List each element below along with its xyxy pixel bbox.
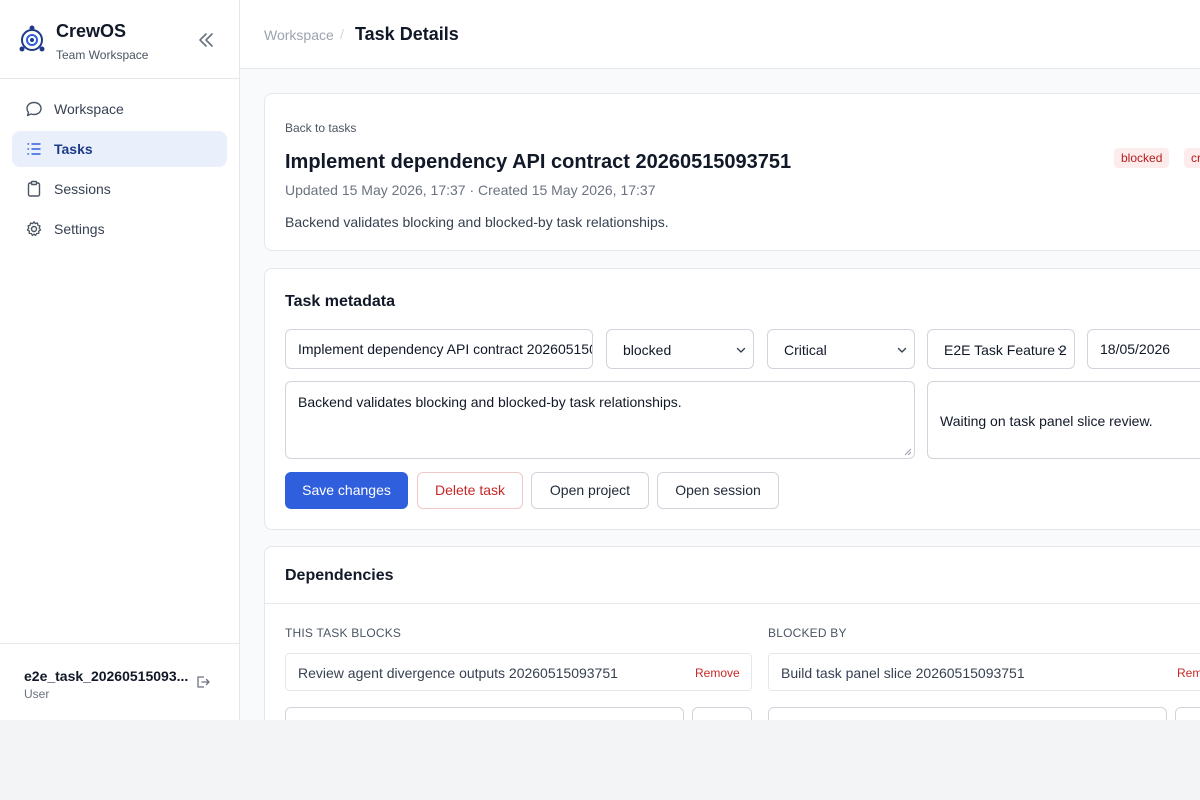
sidebar: CrewOS Team Workspace Workspace Tasks Se… (0, 0, 240, 720)
description-textarea-value: Backend validates blocking and blocked-b… (298, 394, 682, 410)
blocks-list-item: Review agent divergence outputs 20260515… (285, 653, 752, 691)
sidebar-item-tasks[interactable]: Tasks (12, 131, 227, 167)
chevron-down-icon (1057, 347, 1067, 353)
brand-name: CrewOS (56, 21, 127, 41)
priority-select[interactable]: Critical (767, 329, 915, 369)
due-date-input-value: 18/05/2026 (1100, 341, 1171, 357)
blocked-by-list-item: Build task panel slice 20260515093751 Re… (768, 653, 1200, 691)
back-to-tasks-link[interactable]: Back to tasks (285, 121, 356, 135)
logout-icon[interactable] (195, 674, 211, 690)
due-date-input[interactable]: 18/05/2026 (1087, 329, 1200, 369)
notes-textarea-value: Waiting on task panel slice review. (940, 413, 1153, 429)
brand-subtitle: Team Workspace (56, 48, 149, 62)
dependencies-card: Dependencies THIS TASK BLOCKS BLOCKED BY… (264, 546, 1200, 720)
add-blocks-select[interactable] (285, 707, 684, 720)
user-role: User (24, 687, 50, 701)
resize-grip-icon[interactable] (904, 448, 912, 456)
add-blocked-by-button[interactable] (1175, 707, 1200, 720)
blocked-by-column-header: BLOCKED BY (768, 626, 847, 640)
section-title: Dependencies (285, 567, 394, 584)
section-title: Task metadata (285, 293, 395, 310)
task-metadata-card: Task metadata Implement dependency API c… (264, 268, 1200, 530)
priority-badge: cr (1184, 148, 1200, 168)
dependency-title: Review agent divergence outputs 20260515… (298, 665, 618, 681)
remove-dependency-button[interactable]: Rem (1177, 666, 1200, 680)
add-blocks-button[interactable] (692, 707, 752, 720)
project-select-value: E2E Task Feature 2 (944, 342, 1067, 358)
brand: CrewOS Team Workspace (0, 0, 239, 79)
task-description: Backend validates blocking and blocked-b… (285, 214, 669, 230)
description-textarea[interactable]: Backend validates blocking and blocked-b… (285, 381, 915, 459)
breadcrumb: Workspace / Task Details (240, 0, 1200, 69)
task-header-card: Back to tasks Implement dependency API c… (264, 93, 1200, 251)
app-window: CrewOS Team Workspace Workspace Tasks Se… (0, 0, 1200, 720)
breadcrumb-separator: / (340, 26, 344, 42)
sidebar-item-workspace[interactable]: Workspace (12, 91, 227, 127)
dependency-title: Build task panel slice 20260515093751 (781, 665, 1025, 681)
sidebar-item-settings[interactable]: Settings (12, 211, 227, 247)
sidebar-item-label: Tasks (54, 141, 93, 157)
breadcrumb-workspace-link[interactable]: Workspace (264, 27, 334, 43)
chat-bubble-icon (26, 101, 42, 117)
status-badge: blocked (1114, 148, 1170, 168)
sidebar-item-sessions[interactable]: Sessions (12, 171, 227, 207)
page-background (0, 720, 1200, 800)
divider (265, 603, 1200, 604)
open-project-button[interactable]: Open project (531, 472, 649, 509)
page-title: Task Details (355, 24, 459, 44)
status-select-value: blocked (623, 342, 672, 358)
sidebar-item-label: Workspace (54, 101, 124, 117)
chevron-down-icon (736, 347, 746, 353)
blocks-column-header: THIS TASK BLOCKS (285, 626, 402, 640)
task-timestamps: Updated 15 May 2026, 17:37 · Created 15 … (285, 182, 656, 198)
add-blocked-by-select[interactable] (768, 707, 1167, 720)
sidebar-item-label: Settings (54, 221, 105, 237)
task-title: Implement dependency API contract 202605… (285, 151, 792, 173)
user-panel: e2e_task_20260515093... User (0, 643, 239, 720)
project-select[interactable]: E2E Task Feature 2 (927, 329, 1075, 369)
priority-select-value: Critical (784, 342, 827, 358)
status-select[interactable]: blocked (606, 329, 754, 369)
list-icon (27, 143, 41, 155)
sidebar-item-label: Sessions (54, 181, 111, 197)
chevron-down-icon (897, 347, 907, 353)
crewos-logo-icon (19, 25, 45, 52)
open-session-button[interactable]: Open session (657, 472, 779, 509)
sidebar-nav: Workspace Tasks Sessions Settings (12, 91, 227, 251)
delete-task-button[interactable]: Delete task (417, 472, 523, 509)
collapse-sidebar-icon[interactable] (196, 30, 216, 50)
clipboard-icon (27, 180, 41, 197)
save-changes-button[interactable]: Save changes (285, 472, 408, 509)
user-name: e2e_task_20260515093... (24, 668, 189, 684)
gear-icon (26, 221, 42, 237)
remove-dependency-button[interactable]: Remove (695, 666, 740, 680)
notes-textarea[interactable]: Waiting on task panel slice review. (927, 381, 1200, 459)
task-title-input-value: Implement dependency API contract 202605… (298, 341, 592, 357)
task-title-input[interactable]: Implement dependency API contract 202605… (285, 329, 593, 369)
